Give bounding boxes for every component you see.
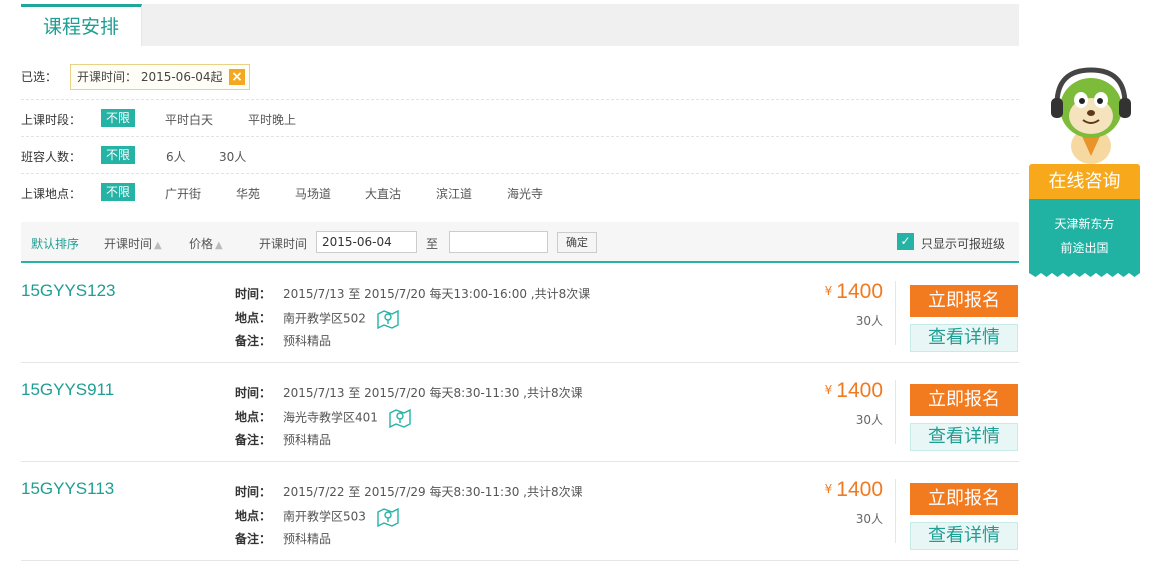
close-icon[interactable]: × <box>229 69 245 85</box>
date-to-label: 至 <box>426 237 439 251</box>
confirm-button[interactable]: 确定 <box>557 232 597 253</box>
sort-price-label: 价格 <box>189 237 214 251</box>
course-place: 南开教学区502 <box>283 311 366 325</box>
place-label: 地点： <box>235 410 272 424</box>
map-pin-icon[interactable] <box>389 408 411 428</box>
enroll-button[interactable]: 立即报名 <box>910 384 1018 416</box>
course-price: ¥1400 <box>825 379 883 403</box>
enroll-button[interactable]: 立即报名 <box>910 285 1018 317</box>
option-location-binjiangdao[interactable]: 滨江道 <box>436 185 472 202</box>
divider <box>895 479 896 543</box>
online-consult-button[interactable]: 在线咨询 <box>1029 164 1140 199</box>
note-label: 备注： <box>235 532 272 546</box>
course-time: 2015/7/22 至 2015/7/29 每天8:30-11:30 ,共计8次… <box>283 485 583 499</box>
course-info: 时间： 2015/7/13 至 2015/7/20 每天13:00-16:00 ,… <box>235 285 590 356</box>
map-pin-icon[interactable] <box>377 309 399 329</box>
option-location-haiguangsi[interactable]: 海光寺 <box>507 185 543 202</box>
sort-bar: 默认排序 开课时间 ▲ 价格 ▲ 开课时间 2015-06-04 至 确定 ✓ 只显… <box>21 222 1019 263</box>
option-location-dazhigu[interactable]: 大直沽 <box>365 185 401 202</box>
option-period-daytime[interactable]: 平时白天 <box>165 111 213 128</box>
course-place: 南开教学区503 <box>283 509 366 523</box>
price-value: 1400 <box>836 379 883 402</box>
tab-course-schedule[interactable]: 课程安排 <box>21 4 142 46</box>
divider <box>895 281 896 345</box>
course-row: 15GYYS123 时间： 2015/7/13 至 2015/7/20 每天13:… <box>21 265 1019 363</box>
enroll-button[interactable]: 立即报名 <box>910 483 1018 515</box>
option-size-30[interactable]: 30人 <box>219 148 246 165</box>
course-code[interactable]: 15GYYS911 <box>21 380 114 400</box>
filter-label-location: 上课地点： <box>21 187 82 201</box>
option-location-machangdao[interactable]: 马场道 <box>295 185 331 202</box>
currency-symbol: ¥ <box>824 482 833 496</box>
date-from-input[interactable]: 2015-06-04 <box>316 231 417 253</box>
consult-line-1: 天津新东方 <box>1054 217 1115 231</box>
option-size-6[interactable]: 6人 <box>166 148 186 165</box>
option-period-evening[interactable]: 平时晚上 <box>248 111 296 128</box>
option-period-any[interactable]: 不限 <box>101 109 136 127</box>
course-code[interactable]: 15GYYS113 <box>21 479 114 499</box>
map-pin-icon[interactable] <box>377 507 399 527</box>
filter-row-size: 班容人数： 不限 6人 30人 <box>21 137 1019 174</box>
course-price: ¥1400 <box>825 478 883 502</box>
divider <box>895 380 896 444</box>
course-time: 2015/7/13 至 2015/7/20 每天13:00-16:00 ,共计8… <box>283 287 591 301</box>
option-size-any[interactable]: 不限 <box>101 146 136 164</box>
note-label: 备注： <box>235 433 272 447</box>
date-to-input[interactable] <box>449 231 548 253</box>
time-label: 时间： <box>235 386 272 400</box>
option-location-guangkai[interactable]: 广开街 <box>165 185 201 202</box>
zigzag-edge <box>1029 269 1140 277</box>
tab-bar: 课程安排 <box>21 4 1019 46</box>
course-row: 15GYYS911 时间： 2015/7/13 至 2015/7/20 每天8:3… <box>21 364 1019 462</box>
view-details-button[interactable]: 查看详情 <box>910 522 1018 550</box>
checkbox-checked-icon[interactable]: ✓ <box>897 233 914 250</box>
price-value: 1400 <box>836 478 883 501</box>
filter-row-period: 上课时段： 不限 平时白天 平时晚上 <box>21 100 1019 137</box>
place-label: 地点： <box>235 509 272 523</box>
currency-symbol: ¥ <box>824 383 833 397</box>
filter-row-location: 上课地点： 不限 广开街 华苑 马场道 大直沽 滨江道 海光寺 <box>21 174 1019 212</box>
consult-panel[interactable]: 天津新东方 前途出国 <box>1029 199 1140 269</box>
view-details-button[interactable]: 查看详情 <box>910 423 1018 451</box>
price-value: 1400 <box>836 280 883 303</box>
option-location-huayuan[interactable]: 华苑 <box>236 185 260 202</box>
course-seats: 30人 <box>855 413 883 427</box>
course-info: 时间： 2015/7/13 至 2015/7/20 每天8:30-11:30 ,共… <box>235 384 583 455</box>
option-location-any[interactable]: 不限 <box>101 183 136 201</box>
place-label: 地点： <box>235 311 272 325</box>
filter-label-period: 上课时段： <box>21 113 82 127</box>
chosen-filter-text: 开课时间： 2015-06-04起 <box>77 70 223 84</box>
course-note: 预科精品 <box>283 334 332 348</box>
course-note: 预科精品 <box>283 433 332 447</box>
date-filter-label: 开课时间 <box>259 237 308 251</box>
sort-arrow-icon: ▲ <box>154 240 162 251</box>
chosen-filter-tag: 开课时间： 2015-06-04起 × <box>70 64 250 90</box>
course-seats: 30人 <box>855 512 883 526</box>
mascot-image <box>1051 67 1131 164</box>
time-label: 时间： <box>235 485 272 499</box>
sort-default[interactable]: 默认排序 <box>31 235 79 252</box>
only-open-label: 只显示可报班级 <box>921 237 1006 251</box>
chosen-label: 已选： <box>21 70 58 84</box>
course-time: 2015/7/13 至 2015/7/20 每天8:30-11:30 ,共计8次… <box>283 386 583 400</box>
time-label: 时间： <box>235 287 272 301</box>
sort-start-time-label: 开课时间 <box>104 237 153 251</box>
course-info: 时间： 2015/7/22 至 2015/7/29 每天8:30-11:30 ,共… <box>235 483 583 554</box>
currency-symbol: ¥ <box>824 284 833 298</box>
course-row: 15GYYS113 时间： 2015/7/22 至 2015/7/29 每天8:3… <box>21 463 1019 561</box>
course-place: 海光寺教学区401 <box>283 410 378 424</box>
consult-line-2: 前途出国 <box>1060 241 1109 255</box>
note-label: 备注： <box>235 334 272 348</box>
course-code[interactable]: 15GYYS123 <box>21 281 116 301</box>
course-note: 预科精品 <box>283 532 332 546</box>
sort-arrow-icon: ▲ <box>215 240 223 251</box>
filter-label-size: 班容人数： <box>21 150 82 164</box>
filter-row-chosen: 已选： 开课时间： 2015-06-04起 × <box>21 50 1019 100</box>
course-seats: 30人 <box>855 314 883 328</box>
sort-start-time[interactable]: 开课时间 ▲ <box>104 235 162 252</box>
sort-price[interactable]: 价格 ▲ <box>189 235 223 252</box>
course-price: ¥1400 <box>825 280 883 304</box>
view-details-button[interactable]: 查看详情 <box>910 324 1018 352</box>
